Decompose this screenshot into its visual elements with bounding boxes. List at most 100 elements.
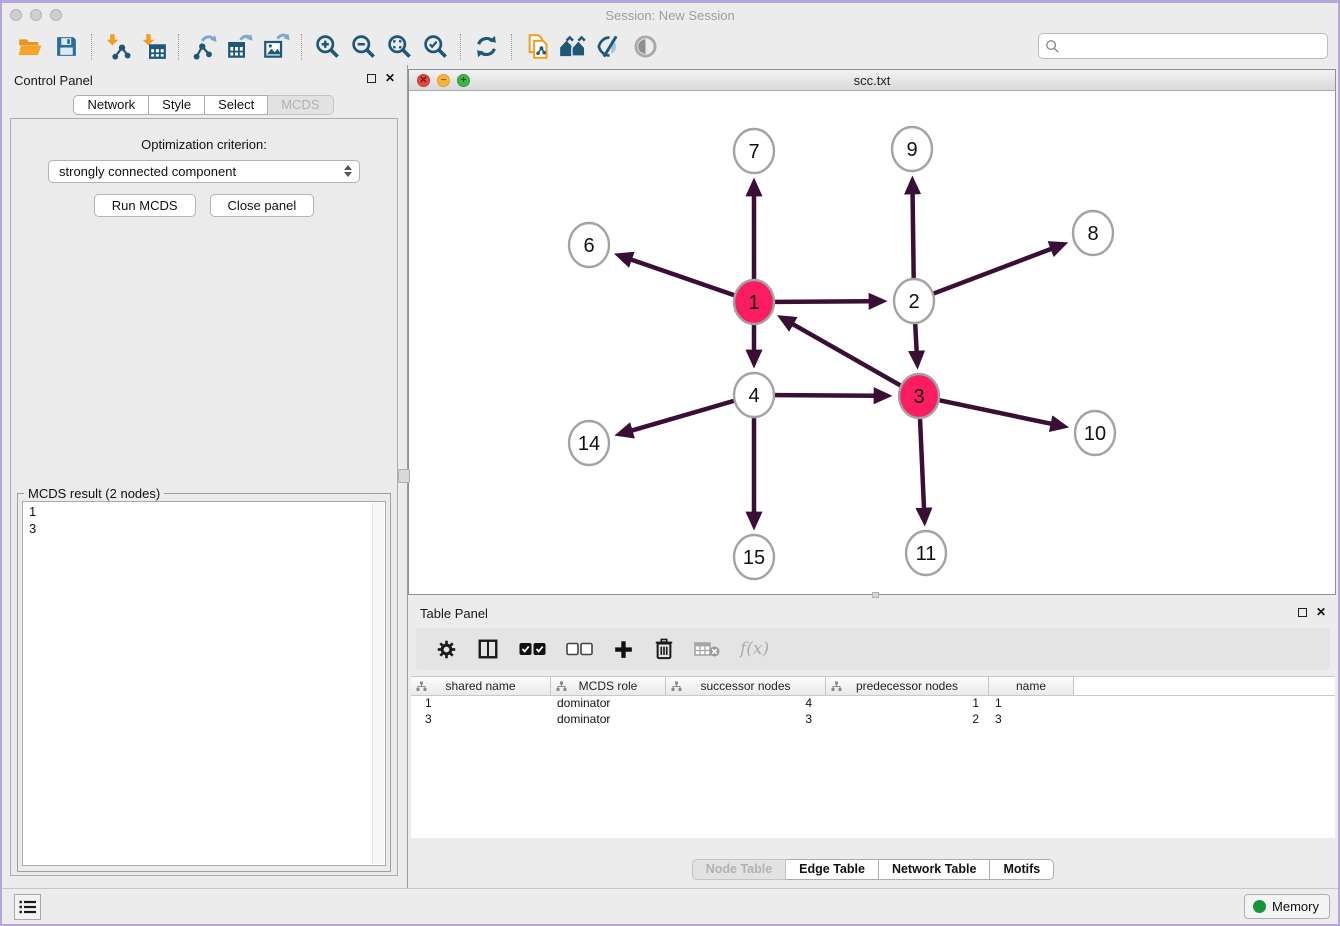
delete-table-icon[interactable]: [694, 636, 720, 662]
table-body: 1dominator4113dominator323: [411, 696, 1335, 728]
edge-2-8[interactable]: [918, 249, 1052, 300]
tab-network[interactable]: Network: [73, 95, 149, 115]
toolbar-separator: [91, 34, 92, 60]
task-history-button[interactable]: [14, 894, 41, 920]
toolbar-separator: [460, 34, 461, 60]
graph-node-label-11: 11: [916, 543, 937, 565]
float-table-panel-icon[interactable]: [1298, 608, 1307, 617]
optimization-criterion-select[interactable]: strongly connected component: [48, 160, 360, 183]
column-header-predecessor-nodes[interactable]: predecessor nodes: [826, 677, 989, 695]
search-box[interactable]: [1038, 33, 1328, 59]
memory-status-icon: [1253, 900, 1266, 913]
show-hide-style-icon[interactable]: [594, 33, 624, 61]
tab-edge-table[interactable]: Edge Table: [786, 859, 879, 880]
toolbar-separator: [178, 34, 179, 60]
table-cell: 3: [666, 712, 826, 728]
network-maximize-icon[interactable]: +: [457, 74, 470, 87]
close-panel-icon[interactable]: ✕: [385, 73, 395, 83]
table-row[interactable]: 1dominator411: [411, 696, 1335, 712]
minimize-window-button[interactable]: [30, 9, 42, 21]
clone-current-network-icon[interactable]: [522, 33, 552, 61]
edge-4-14[interactable]: [631, 396, 750, 431]
mcds-result-area[interactable]: 1 3: [22, 501, 386, 866]
graph-node-label-7: 7: [748, 141, 759, 163]
search-input[interactable]: [1064, 36, 1327, 56]
export-image-icon[interactable]: [261, 33, 291, 61]
open-session-icon[interactable]: [15, 33, 45, 61]
tab-motifs[interactable]: Motifs: [990, 859, 1054, 880]
zoom-fit-content-icon[interactable]: [384, 33, 414, 61]
table-cell: 2: [826, 712, 989, 728]
save-session-icon[interactable]: [51, 33, 81, 61]
control-panel-title: Control Panel: [14, 73, 93, 88]
network-canvas[interactable]: 7968124314101511: [409, 92, 1335, 594]
network-minimize-icon[interactable]: −: [437, 74, 450, 87]
apply-preferred-layout-icon[interactable]: [471, 33, 501, 61]
select-all-columns-icon[interactable]: [519, 636, 546, 662]
delete-columns-icon[interactable]: [654, 636, 674, 662]
search-icon: [1045, 39, 1060, 54]
export-network-icon[interactable]: [189, 33, 219, 61]
run-mcds-button[interactable]: Run MCDS: [94, 194, 196, 217]
import-table-from-file-icon[interactable]: [138, 33, 168, 61]
create-column-icon[interactable]: [613, 636, 634, 662]
graph-node-label-4: 4: [748, 385, 759, 407]
function-builder-icon[interactable]: f(x): [740, 636, 769, 662]
result-scrollbar[interactable]: [372, 503, 384, 864]
splitter-handle[interactable]: [398, 469, 410, 483]
edge-3-10[interactable]: [923, 397, 1052, 424]
zoom-selected-region-icon[interactable]: [420, 33, 450, 61]
column-header-mcds-role[interactable]: MCDS role: [551, 677, 666, 695]
first-neighbors-icon[interactable]: [558, 33, 588, 61]
edge-3-1[interactable]: [792, 324, 915, 394]
edge-4-3[interactable]: [758, 395, 875, 396]
tab-network-table[interactable]: Network Table: [879, 859, 991, 880]
show-columns-icon[interactable]: [477, 636, 499, 662]
column-settings-icon[interactable]: [436, 636, 457, 662]
list-icon: [19, 899, 37, 915]
graph-node-label-6: 6: [583, 235, 594, 257]
graph-node-label-3: 3: [913, 386, 924, 408]
mcds-result-title: MCDS result (2 nodes): [24, 486, 164, 501]
maximize-window-button[interactable]: [50, 9, 62, 21]
control-panel: Control Panel ✕ NetworkStyleSelectMCDS O…: [2, 65, 405, 888]
tab-style[interactable]: Style: [149, 95, 205, 115]
close-panel-button[interactable]: Close panel: [210, 194, 315, 217]
column-header-shared-name[interactable]: shared name: [411, 677, 551, 695]
tab-mcds[interactable]: MCDS: [268, 95, 333, 115]
select-spinner-icon: [344, 165, 352, 177]
optimization-criterion-value: strongly connected component: [59, 164, 236, 179]
table-panel-title: Table Panel: [420, 606, 488, 621]
memory-button[interactable]: Memory: [1244, 894, 1330, 919]
import-network-from-file-icon[interactable]: [102, 33, 132, 61]
node-table: shared nameMCDS rolesuccessor nodesprede…: [411, 676, 1335, 838]
float-panel-icon[interactable]: [367, 74, 376, 83]
column-header-successor-nodes[interactable]: successor nodes: [666, 677, 826, 695]
table-cell: dominator: [551, 712, 666, 728]
table-panel-header: Table Panel ✕: [408, 598, 1338, 628]
column-header-name[interactable]: name: [989, 677, 1074, 695]
export-table-icon[interactable]: [225, 33, 255, 61]
table-cell: 1: [411, 696, 551, 712]
zoom-out-icon[interactable]: [348, 33, 378, 61]
close-table-panel-icon[interactable]: ✕: [1316, 607, 1326, 617]
network-window-title: scc.txt: [854, 73, 891, 88]
table-toolbar: f(x): [416, 628, 1330, 670]
table-cell: 3: [989, 712, 1074, 728]
table-row[interactable]: 3dominator323: [411, 712, 1335, 728]
mcds-tab-pane: Optimization criterion: strongly connect…: [10, 118, 398, 876]
application-window: Session: New Session: [0, 0, 1340, 926]
network-view-window: ✕ − + scc.txt 7968124314101511: [408, 69, 1336, 595]
mcds-result-text: 1 3: [23, 502, 385, 538]
unselect-all-columns-icon[interactable]: [566, 636, 593, 662]
zoom-in-icon[interactable]: [312, 33, 342, 61]
table-panel: Table Panel ✕: [408, 598, 1338, 888]
tab-node-table[interactable]: Node Table: [692, 859, 786, 880]
network-close-icon[interactable]: ✕: [417, 74, 430, 87]
edge-1-6[interactable]: [631, 259, 751, 300]
tab-select[interactable]: Select: [205, 95, 268, 115]
show-hide-graphics-details-icon[interactable]: [630, 33, 660, 61]
table-panel-tabs: Node TableEdge TableNetwork TableMotifs: [408, 859, 1338, 880]
graph-node-label-8: 8: [1087, 223, 1098, 245]
close-window-button[interactable]: [10, 9, 22, 21]
